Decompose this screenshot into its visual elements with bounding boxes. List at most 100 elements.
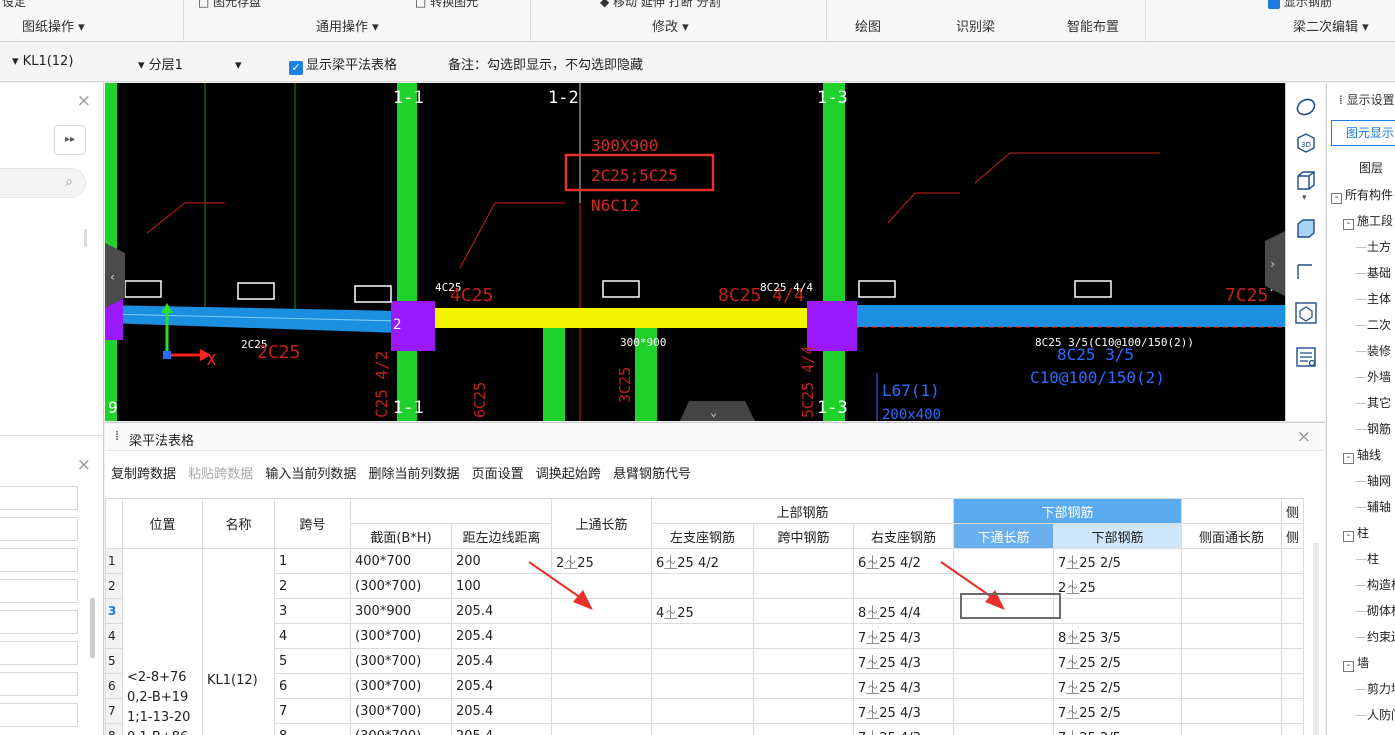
cantilever-code-button[interactable]: 悬臂钢筋代号 — [613, 463, 691, 482]
cell-offset[interactable]: 205.4 — [451, 698, 552, 724]
layer-tree-item[interactable]: —轴网 — [1327, 468, 1395, 494]
cell-left[interactable] — [651, 573, 754, 599]
cell-bottom[interactable] — [1053, 598, 1182, 624]
table-row[interactable]: 7 7 (300*700) 205.4 7⏈25 4/3 7⏈25 2/5 — [105, 698, 1305, 724]
cell-offset[interactable]: 205.4 — [451, 648, 552, 674]
cell-span[interactable]: 1 — [274, 548, 351, 574]
collapse-icon[interactable]: - — [1343, 531, 1354, 542]
layer-tree-item[interactable]: —人防门 — [1327, 702, 1395, 728]
row-number[interactable]: 7 — [105, 698, 123, 724]
cell-bottom[interactable]: 7⏈25 2/5 — [1053, 673, 1182, 699]
cell-side[interactable] — [1181, 723, 1282, 735]
element-select[interactable]: ▾ KL1(12) — [12, 54, 73, 69]
cell-top[interactable] — [551, 623, 652, 649]
collapse-icon[interactable]: - — [1343, 661, 1354, 672]
3d-view-icon[interactable]: 3D — [1294, 131, 1318, 155]
cell-mid[interactable] — [753, 623, 854, 649]
layer-tree-item[interactable]: —装修 — [1327, 338, 1395, 364]
copy-span-button[interactable]: 复制跨数据 — [111, 463, 176, 482]
col-left-support[interactable]: 左支座钢筋 — [651, 523, 754, 549]
layer-tree-item[interactable]: —土方 — [1327, 234, 1395, 260]
row-number[interactable]: 3 — [105, 598, 123, 624]
cell-span[interactable]: 7 — [274, 698, 351, 724]
group-draw[interactable]: 绘图 — [855, 16, 881, 35]
cell-bthrough[interactable] — [953, 673, 1054, 699]
cell-section[interactable]: (300*700) — [350, 698, 452, 724]
layer-tree-item[interactable]: - 轴线 — [1327, 442, 1395, 468]
ribbon-top-label[interactable]: 设定 — [2, 0, 26, 10]
row-number[interactable]: 5 — [105, 648, 123, 674]
cell-top[interactable] — [551, 698, 652, 724]
cell-left[interactable] — [651, 648, 754, 674]
cell-bottom[interactable]: 8⏈25 3/5 — [1053, 623, 1182, 649]
cell-extra[interactable] — [1280, 623, 1305, 649]
cell-top[interactable] — [551, 673, 652, 699]
cell-left[interactable]: 6⏈25 4/2 — [651, 548, 754, 574]
table-row[interactable]: 2 2 (300*700) 100 2⏈25 — [105, 573, 1305, 599]
view-icon[interactable] — [1294, 301, 1318, 325]
col-side-through[interactable]: 侧面通长筋 — [1181, 523, 1282, 549]
cell-extra[interactable] — [1280, 698, 1305, 724]
col-offset[interactable]: 距左边线距离 — [451, 523, 552, 549]
cube-icon[interactable] — [1294, 169, 1318, 193]
cell-side[interactable] — [1181, 573, 1282, 599]
col-right-support[interactable]: 右支座钢筋 — [853, 523, 954, 549]
cell-top[interactable] — [551, 648, 652, 674]
drawing-canvas[interactable]: X 1-1 1-2 1-3 1-1 1-3 9 300X900 2C25;5C2… — [105, 83, 1285, 421]
cell-mid[interactable] — [753, 598, 854, 624]
cell-mid[interactable] — [753, 673, 854, 699]
cell-right[interactable]: 7⏈25 4/3 — [853, 623, 954, 649]
cell-right[interactable]: 7⏈25 4/3 — [853, 698, 954, 724]
property-field[interactable] — [0, 672, 78, 696]
delete-column-button[interactable]: 删除当前列数据 — [368, 463, 459, 482]
name-cell[interactable]: KL1(12) — [202, 548, 275, 735]
layer-tree-item[interactable]: —辅轴 — [1327, 494, 1395, 520]
close-icon[interactable]: × — [77, 455, 91, 475]
collapse-icon[interactable]: - — [1343, 219, 1354, 230]
cell-side[interactable] — [1181, 673, 1282, 699]
show-table-checkbox[interactable]: ✓ 显示梁平法表格 — [289, 54, 397, 75]
cell-side[interactable] — [1181, 598, 1282, 624]
cell-extra[interactable] — [1280, 573, 1305, 599]
cell-section[interactable]: (300*700) — [350, 673, 452, 699]
cell-bottom[interactable]: 2⏈25 — [1053, 573, 1182, 599]
layer-tree-item[interactable]: —基础 — [1327, 260, 1395, 286]
col-name[interactable]: 名称 — [202, 498, 275, 549]
table-row[interactable]: 1 <2-8+760,2-B+191;1-13-200,1-B+86KL1(12)… — [105, 548, 1305, 735]
cell-section[interactable]: 300*900 — [350, 598, 452, 624]
cell-side[interactable] — [1181, 623, 1282, 649]
cell-span[interactable]: 8 — [274, 723, 351, 735]
layer-tree-item[interactable]: -墙 — [1327, 650, 1395, 676]
input-column-button[interactable]: 输入当前列数据 — [265, 463, 356, 482]
layer-icon[interactable] — [1294, 217, 1318, 241]
close-icon[interactable]: × — [77, 91, 91, 111]
table-row[interactable]: 3 3 300*900 205.4 4⏈25 8⏈25 4/4 — [105, 598, 1305, 624]
col-mid-span[interactable]: 跨中钢筋 — [753, 523, 854, 549]
property-field[interactable] — [0, 548, 78, 572]
cell-bthrough[interactable] — [953, 723, 1054, 735]
position-cell[interactable]: <2-8+760,2-B+191;1-13-200,1-B+86 — [122, 548, 203, 735]
layer-select[interactable]: ▾ 分层1 ▾ — [138, 54, 241, 73]
close-icon[interactable]: × — [1297, 427, 1311, 447]
select-icon[interactable] — [1294, 261, 1318, 285]
property-field[interactable] — [0, 610, 78, 634]
layer-tree-item[interactable]: —柱 — [1327, 546, 1395, 572]
ribbon-top-label[interactable]: □ 图元存盘 — [198, 0, 261, 10]
ribbon-top-label[interactable]: ◆ 移动 延伸 打断 分割 — [600, 0, 721, 10]
group-modify[interactable]: 修改 ▾ — [652, 16, 689, 35]
layer-tree-item[interactable]: —其它 — [1327, 390, 1395, 416]
search-input[interactable]: ⌕ — [0, 168, 86, 198]
scrollbar[interactable] — [1313, 543, 1319, 735]
cell-span[interactable]: 5 — [274, 648, 351, 674]
page-setup-button[interactable]: 页面设置 — [472, 463, 524, 482]
ribbon-top-label[interactable]: 显示钢筋 — [1268, 0, 1332, 10]
swap-start-span-button[interactable]: 调换起始跨 — [536, 463, 601, 482]
col-bottom-through[interactable]: 下通长筋 — [953, 523, 1054, 549]
cell-section[interactable]: (300*700) — [350, 573, 452, 599]
cell-offset[interactable]: 205.4 — [451, 723, 552, 735]
property-field[interactable] — [0, 579, 78, 603]
cell-span[interactable]: 4 — [274, 623, 351, 649]
table-row[interactable]: 88(300*700)205.47⏈25 4/37⏈25 2/5 — [105, 723, 1305, 735]
property-field[interactable] — [0, 517, 78, 541]
col-span[interactable]: 跨号 — [274, 498, 351, 549]
